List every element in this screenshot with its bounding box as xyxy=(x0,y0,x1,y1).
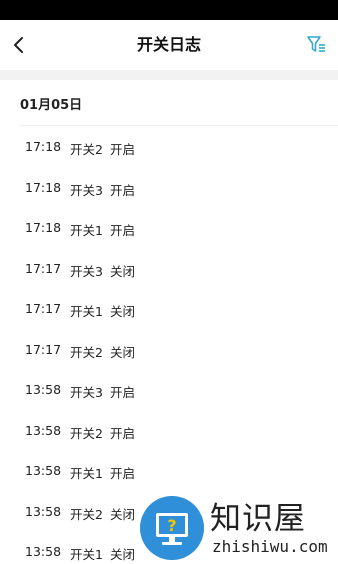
watermark-badge: ? xyxy=(140,496,204,560)
log-switch: 开关1 xyxy=(70,547,103,562)
log-state: 关闭 xyxy=(110,304,136,319)
log-switch: 开关1 xyxy=(70,223,103,238)
log-state: 关闭 xyxy=(110,547,136,562)
header-separator xyxy=(0,70,338,80)
log-row: 13:58 开关2 开启 xyxy=(0,410,338,451)
log-switch: 开关2 xyxy=(70,142,103,157)
question-monitor-icon: ? xyxy=(156,513,188,545)
log-switch: 开关3 xyxy=(70,385,103,400)
log-state: 开启 xyxy=(110,223,136,238)
log-switch: 开关1 xyxy=(70,466,103,481)
log-time: 13:58 xyxy=(25,503,62,519)
log-time: 17:17 xyxy=(25,301,62,316)
status-bar xyxy=(0,0,338,20)
log-switch: 开关1 xyxy=(70,304,103,319)
log-switch: 开关2 xyxy=(70,506,103,522)
filter-icon xyxy=(307,36,325,52)
filter-button[interactable] xyxy=(306,34,328,56)
date-header: 01月05日 xyxy=(20,98,83,113)
watermark-brand: 知识屋 xyxy=(210,501,306,537)
log-state: 关闭 xyxy=(110,506,136,522)
log-time: 17:17 xyxy=(25,341,62,357)
log-state: 开启 xyxy=(110,385,136,400)
log-state: 开启 xyxy=(110,466,136,481)
log-time: 17:18 xyxy=(25,139,62,154)
svg-text:?: ? xyxy=(167,516,176,535)
app-header: 开关日志 xyxy=(0,20,338,70)
log-switch: 开关3 xyxy=(70,263,103,279)
log-row: 13:58 开关3 开启 xyxy=(0,369,338,410)
log-time: 17:18 xyxy=(25,220,62,235)
back-button[interactable] xyxy=(8,33,32,57)
log-switch: 开关2 xyxy=(70,344,103,360)
log-row: 17:17 开关1 关闭 xyxy=(0,288,338,329)
log-row: 17:18 开关3 开启 xyxy=(0,167,338,208)
log-row: 17:18 开关2 开启 xyxy=(0,126,338,167)
log-time: 17:18 xyxy=(25,179,62,195)
log-state: 开启 xyxy=(110,425,136,441)
chevron-left-icon xyxy=(14,37,23,53)
log-time: 13:58 xyxy=(25,463,62,478)
log-switch: 开关3 xyxy=(70,182,103,198)
watermark-domain: zhishiwu.com xyxy=(212,537,328,556)
log-time: 13:58 xyxy=(25,382,62,397)
page-title: 开关日志 xyxy=(136,35,201,54)
log-row: 17:17 开关3 关闭 xyxy=(0,248,338,289)
log-time: 13:58 xyxy=(25,422,62,438)
watermark: ? 知识屋 zhishiwu.com xyxy=(140,491,338,563)
log-time: 17:17 xyxy=(25,260,62,276)
log-state: 关闭 xyxy=(110,263,136,279)
log-row: 17:17 开关2 关闭 xyxy=(0,329,338,370)
log-state: 开启 xyxy=(110,182,136,198)
log-row: 17:18 开关1 开启 xyxy=(0,207,338,248)
log-row: 13:58 开关1 开启 xyxy=(0,450,338,491)
log-state: 关闭 xyxy=(110,344,136,360)
log-time: 13:58 xyxy=(25,544,62,559)
log-switch: 开关2 xyxy=(70,425,103,441)
log-state: 开启 xyxy=(110,142,136,157)
